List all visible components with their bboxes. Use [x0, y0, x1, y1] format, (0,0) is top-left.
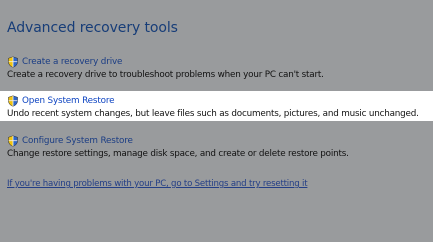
advanced-recovery-tools-page: Advanced recovery tools Create a recover… — [0, 0, 433, 242]
configure-system-restore-description: Change restore settings, manage disk spa… — [7, 149, 349, 159]
open-system-restore-link[interactable]: Open System Restore — [22, 96, 115, 106]
configure-system-restore-link[interactable]: Configure System Restore — [22, 136, 133, 146]
tool-create-recovery-drive[interactable]: Create a recovery drive Create a recover… — [0, 53, 433, 83]
open-system-restore-description: Undo recent system changes, but leave fi… — [7, 109, 419, 119]
shield-icon — [8, 95, 18, 107]
tool-open-system-restore[interactable]: Open System Restore Undo recent system c… — [0, 91, 433, 121]
reset-pc-settings-link[interactable]: If you're having problems with your PC, … — [7, 179, 308, 189]
shield-icon — [8, 56, 18, 68]
create-recovery-drive-link[interactable]: Create a recovery drive — [22, 57, 122, 67]
tool-configure-system-restore[interactable]: Configure System Restore Change restore … — [0, 132, 433, 162]
shield-icon — [8, 135, 18, 147]
create-recovery-drive-description: Create a recovery drive to troubleshoot … — [7, 70, 324, 80]
section-title: Advanced recovery tools — [7, 20, 178, 36]
